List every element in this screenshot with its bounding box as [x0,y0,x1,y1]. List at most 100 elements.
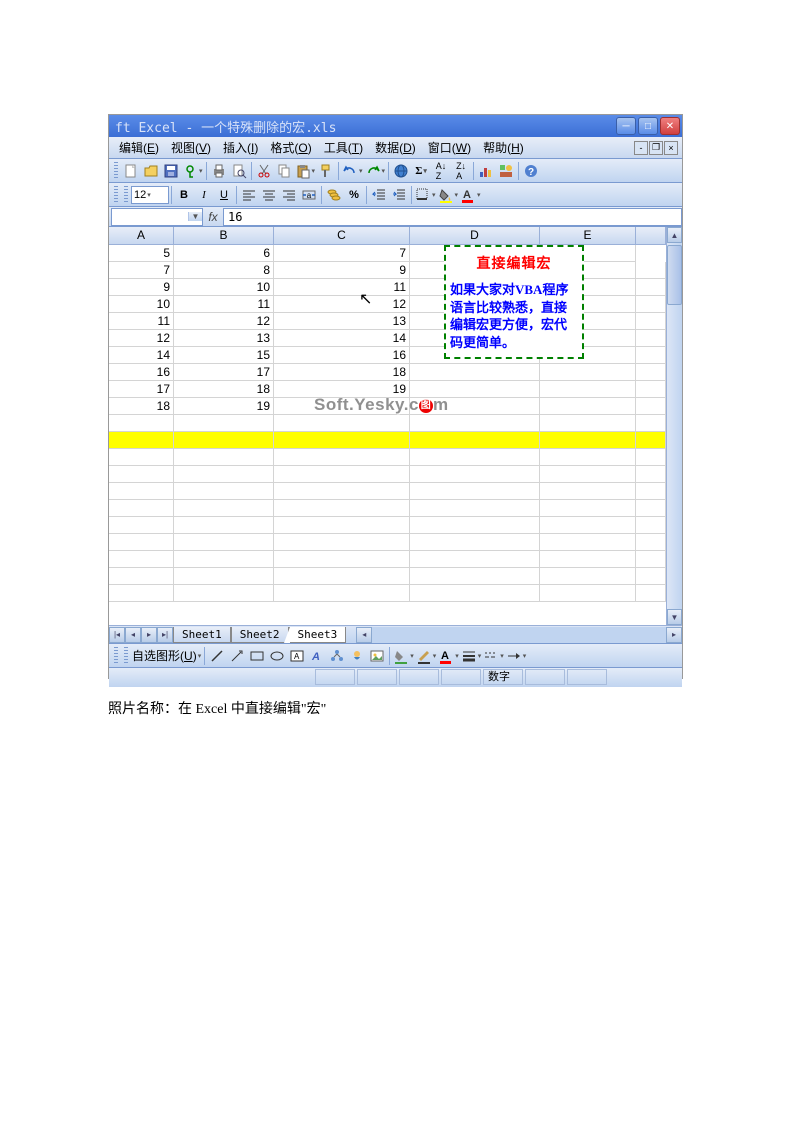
cell[interactable] [174,534,274,551]
cell[interactable] [174,585,274,602]
cell[interactable] [274,432,410,449]
currency-button[interactable] [325,185,343,205]
cell[interactable] [540,415,636,432]
new-button[interactable] [122,161,140,181]
cell[interactable] [174,568,274,585]
column-header-A[interactable]: A [109,227,174,245]
cell[interactable] [636,568,666,585]
cell[interactable] [174,551,274,568]
toolbar-handle[interactable] [124,647,128,665]
cut-button[interactable] [255,161,273,181]
vertical-scrollbar[interactable]: ▲ ▼ [666,227,682,625]
cell[interactable] [540,585,636,602]
cell[interactable]: 19 [174,398,274,415]
cell[interactable] [636,347,666,364]
menu-窗口[interactable]: 窗口(W) [422,137,477,158]
mdi-restore-button[interactable]: ❐ [649,141,663,155]
close-button[interactable]: ✕ [660,117,680,135]
hyperlink-button[interactable] [392,161,410,181]
cell[interactable] [109,534,174,551]
font-size-select[interactable]: 12 [131,186,169,204]
merge-center-button[interactable]: a [300,185,318,205]
cell[interactable] [540,381,636,398]
cell[interactable]: 7 [109,262,174,279]
cell[interactable]: 12 [174,313,274,330]
cell[interactable]: 16 [109,364,174,381]
column-header-E[interactable]: E [540,227,636,245]
cell[interactable]: 12 [274,296,410,313]
dash-style-tool[interactable] [483,646,504,666]
cell[interactable]: 14 [274,330,410,347]
scroll-down-button[interactable]: ▼ [667,609,682,625]
cell[interactable] [109,517,174,534]
cell[interactable] [410,364,540,381]
arrow-style-tool[interactable] [506,646,527,666]
cell[interactable] [410,449,540,466]
cell[interactable] [274,551,410,568]
paste-button[interactable] [295,161,316,181]
underline-button[interactable]: U [215,185,233,205]
scroll-right-button[interactable]: ▸ [666,627,682,643]
wordart-tool[interactable]: A [308,646,326,666]
decrease-indent-button[interactable] [370,185,388,205]
sheet-tab-Sheet1[interactable]: Sheet1 [173,627,231,643]
fx-label[interactable]: fx [203,210,223,224]
cell[interactable] [274,449,410,466]
cell[interactable] [174,500,274,517]
cell[interactable] [109,466,174,483]
column-header-B[interactable]: B [174,227,274,245]
cell[interactable] [636,500,666,517]
tab-nav-first[interactable]: |◂ [109,627,125,643]
toolbar-handle[interactable] [114,186,118,204]
font-color-tool[interactable]: A [438,646,459,666]
align-left-button[interactable] [240,185,258,205]
cell[interactable] [540,449,636,466]
line-color-tool[interactable] [416,646,437,666]
drawing-button[interactable] [497,161,515,181]
cell[interactable] [540,568,636,585]
cell[interactable]: 13 [174,330,274,347]
oval-tool[interactable] [268,646,286,666]
italic-button[interactable]: I [195,185,213,205]
name-box[interactable]: ▼ [111,208,203,226]
tab-nav-next[interactable]: ▸ [141,627,157,643]
tab-nav-last[interactable]: ▸| [157,627,173,643]
cell[interactable]: 11 [174,296,274,313]
cell[interactable] [540,551,636,568]
cell[interactable] [274,415,410,432]
cell[interactable] [636,313,666,330]
cell[interactable]: 7 [274,245,410,262]
toolbar-handle[interactable] [124,186,128,204]
cell[interactable] [636,517,666,534]
diagram-tool[interactable] [328,646,346,666]
cell[interactable] [540,364,636,381]
align-right-button[interactable] [280,185,298,205]
picture-tool[interactable] [368,646,386,666]
cell[interactable] [410,568,540,585]
minimize-button[interactable]: ─ [616,117,636,135]
column-header-D[interactable]: D [410,227,540,245]
cell[interactable]: 8 [174,262,274,279]
borders-button[interactable] [415,185,436,205]
cell[interactable] [174,483,274,500]
cell[interactable]: 5 [109,245,174,262]
cell[interactable] [636,296,666,313]
cell[interactable]: 9 [274,262,410,279]
cell[interactable] [540,517,636,534]
cell[interactable] [410,534,540,551]
cell[interactable]: 16 [274,347,410,364]
cell[interactable] [174,415,274,432]
cell[interactable] [410,500,540,517]
cell[interactable] [109,568,174,585]
cell[interactable] [540,466,636,483]
textbox-tool[interactable]: A [288,646,306,666]
cell[interactable] [109,551,174,568]
rectangle-tool[interactable] [248,646,266,666]
line-tool[interactable] [208,646,226,666]
menu-格式[interactable]: 格式(O) [264,137,317,158]
cell[interactable]: 9 [109,279,174,296]
cell[interactable] [636,398,666,415]
menu-编辑[interactable]: 编辑(E) [113,137,165,158]
autoshapes-menu[interactable]: 自选图形(U) [132,646,201,666]
print-button[interactable] [210,161,228,181]
